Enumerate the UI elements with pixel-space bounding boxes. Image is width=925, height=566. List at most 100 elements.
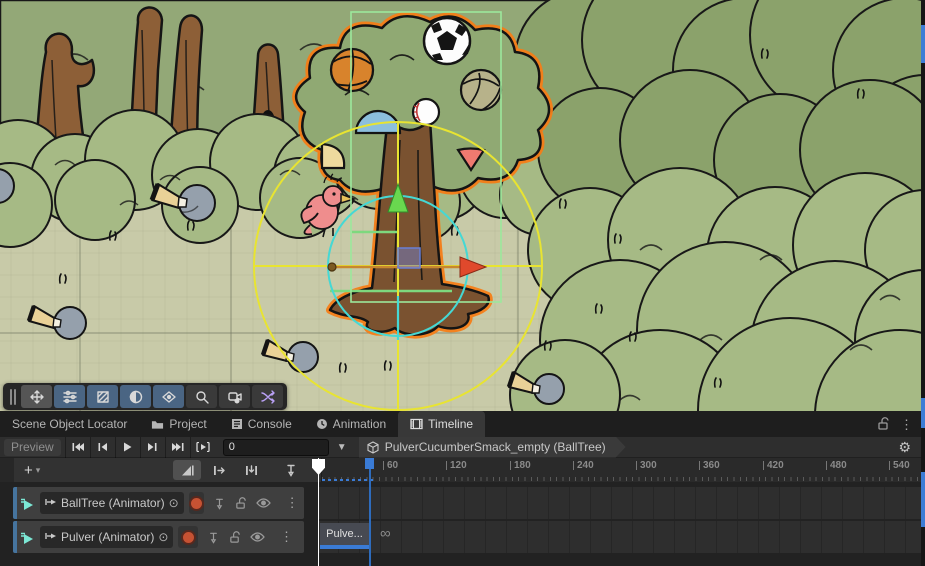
- xy-plane-handle[interactable]: [398, 248, 420, 268]
- scene-canvas[interactable]: [0, 0, 925, 411]
- preview-toggle-button[interactable]: Preview: [4, 439, 61, 456]
- animator-icon: [45, 528, 57, 546]
- clock-icon: [316, 418, 328, 430]
- ripple-mode-button[interactable]: [205, 460, 233, 480]
- track-name-field[interactable]: Pulver (Animator) ⊙: [40, 526, 173, 548]
- ruler-label: 480: [826, 460, 847, 471]
- track-menu-icon[interactable]: ⋮: [274, 528, 299, 546]
- previous-frame-button[interactable]: [90, 437, 115, 458]
- tab-scene-object-locator[interactable]: Scene Object Locator: [0, 411, 139, 437]
- lock-open-icon[interactable]: [235, 497, 247, 510]
- pin-icon[interactable]: [207, 531, 220, 544]
- add-track-button[interactable]: +▾: [18, 463, 46, 478]
- tab-timeline[interactable]: Timeline: [398, 411, 485, 437]
- animation-clip[interactable]: Pulve...: [320, 523, 369, 549]
- soccer-ball[interactable]: [424, 18, 470, 64]
- lock-open-icon[interactable]: [877, 417, 890, 431]
- ruler-label: 120: [446, 460, 467, 471]
- panel-tab-bar: Scene Object Locator Project Console Ani…: [0, 411, 925, 437]
- settings-gear-icon[interactable]: ⚙: [892, 438, 917, 457]
- track-row-balltree[interactable]: BallTree (Animator) ⊙ ⋮: [0, 487, 925, 519]
- sphere-icon: [128, 389, 144, 405]
- tab-project[interactable]: Project: [139, 411, 218, 437]
- track-header[interactable]: Pulver (Animator) ⊙ ⋮: [13, 521, 304, 553]
- frame-options-caret-icon[interactable]: ▼: [333, 442, 351, 453]
- corner-cell: [0, 458, 14, 482]
- infinite-clip-icon: ∞: [380, 525, 391, 542]
- skip-end-icon: [172, 442, 184, 452]
- play-button[interactable]: [115, 437, 140, 458]
- track-row-pulver[interactable]: Pulver (Animator) ⊙ ⋮ Pulve... ∞: [0, 521, 925, 553]
- basketball[interactable]: [331, 49, 373, 91]
- lock-open-icon[interactable]: [229, 531, 241, 544]
- move-tool-button[interactable]: [21, 385, 52, 408]
- drag-handle-icon[interactable]: [8, 389, 18, 405]
- breadcrumb-label: PulverCucumberSmack_empty (BallTree): [385, 440, 606, 454]
- prism-icon: [161, 389, 177, 405]
- object-picker-icon[interactable]: ⊙: [158, 531, 168, 543]
- eye-icon[interactable]: [250, 532, 265, 542]
- sphere-tool-button[interactable]: [120, 385, 151, 408]
- shuffle-button[interactable]: [252, 385, 283, 408]
- track-menu-icon[interactable]: ⋮: [280, 494, 305, 512]
- pin-icon[interactable]: [213, 497, 226, 510]
- sliders-tool-button[interactable]: [54, 385, 85, 408]
- tab-animation[interactable]: Animation: [304, 411, 398, 437]
- animator-icon: [45, 494, 57, 512]
- timeline-header: +▾ 60 120 180 240 300 360 420 480: [0, 458, 925, 482]
- search-tool-button[interactable]: [186, 385, 217, 408]
- track-content-pulver[interactable]: Pulve... ∞: [318, 521, 921, 553]
- track-name: BallTree (Animator): [61, 496, 165, 510]
- bushes-right: [510, 168, 925, 411]
- scene-toolbar: [3, 383, 287, 410]
- sliders-icon: [62, 389, 78, 405]
- skip-start-icon: [72, 442, 84, 452]
- prism-tool-button[interactable]: [153, 385, 184, 408]
- animation-track-icon: [20, 531, 35, 544]
- volleyball[interactable]: [461, 70, 501, 110]
- record-button[interactable]: [178, 526, 198, 548]
- step-back-icon: [98, 442, 107, 452]
- replace-mode-icon: [244, 463, 259, 478]
- timeline-ruler[interactable]: 60 120 180 240 300 360 420 480 540: [322, 458, 925, 482]
- timeline-playback-bar: Preview ▼ PulverCucumberS: [0, 437, 925, 458]
- x-axis-knob[interactable]: [328, 263, 336, 271]
- mix-mode-button[interactable]: [173, 460, 201, 480]
- object-picker-icon[interactable]: ⊙: [169, 497, 179, 509]
- duration-end-marker[interactable]: [365, 458, 374, 469]
- replace-mode-button[interactable]: [237, 460, 265, 480]
- step-forward-icon: [148, 442, 157, 452]
- mask-icon: [95, 389, 111, 405]
- tab-console[interactable]: Console: [219, 411, 304, 437]
- sprite-mask-button[interactable]: [87, 385, 118, 408]
- go-to-end-button[interactable]: [165, 437, 190, 458]
- scene-viewport[interactable]: [0, 0, 925, 411]
- go-to-start-button[interactable]: [65, 437, 90, 458]
- window-edge-scrollbar[interactable]: [921, 0, 925, 566]
- track-header[interactable]: BallTree (Animator) ⊙ ⋮: [13, 487, 304, 519]
- breadcrumb[interactable]: PulverCucumberSmack_empty (BallTree): [359, 437, 626, 458]
- track-name-field[interactable]: BallTree (Animator) ⊙: [40, 492, 184, 514]
- console-icon: [231, 418, 243, 430]
- mix-mode-icon: [180, 463, 195, 478]
- pin-markers-button[interactable]: [277, 460, 305, 480]
- track-controls: +▾: [0, 458, 322, 482]
- eye-icon[interactable]: [256, 498, 271, 508]
- panel-menu-icon[interactable]: ⋮: [900, 418, 913, 431]
- baseball[interactable]: [413, 99, 439, 125]
- clip-label: Pulve...: [326, 528, 363, 540]
- search-icon: [194, 389, 210, 405]
- frame-field[interactable]: [223, 439, 329, 456]
- ruler-label: 60: [383, 460, 398, 471]
- track-content-balltree[interactable]: [318, 487, 921, 519]
- play-range-button[interactable]: [190, 437, 215, 458]
- next-frame-button[interactable]: [140, 437, 165, 458]
- track-toggles: [209, 497, 275, 510]
- record-button[interactable]: [189, 492, 204, 514]
- tab-label: Scene Object Locator: [12, 417, 127, 431]
- camera-visibility-button[interactable]: [219, 385, 250, 408]
- camera-eye-icon: [227, 389, 243, 405]
- play-range-icon: [196, 442, 210, 452]
- tab-label: Console: [248, 417, 292, 431]
- ruler-label: 420: [763, 460, 784, 471]
